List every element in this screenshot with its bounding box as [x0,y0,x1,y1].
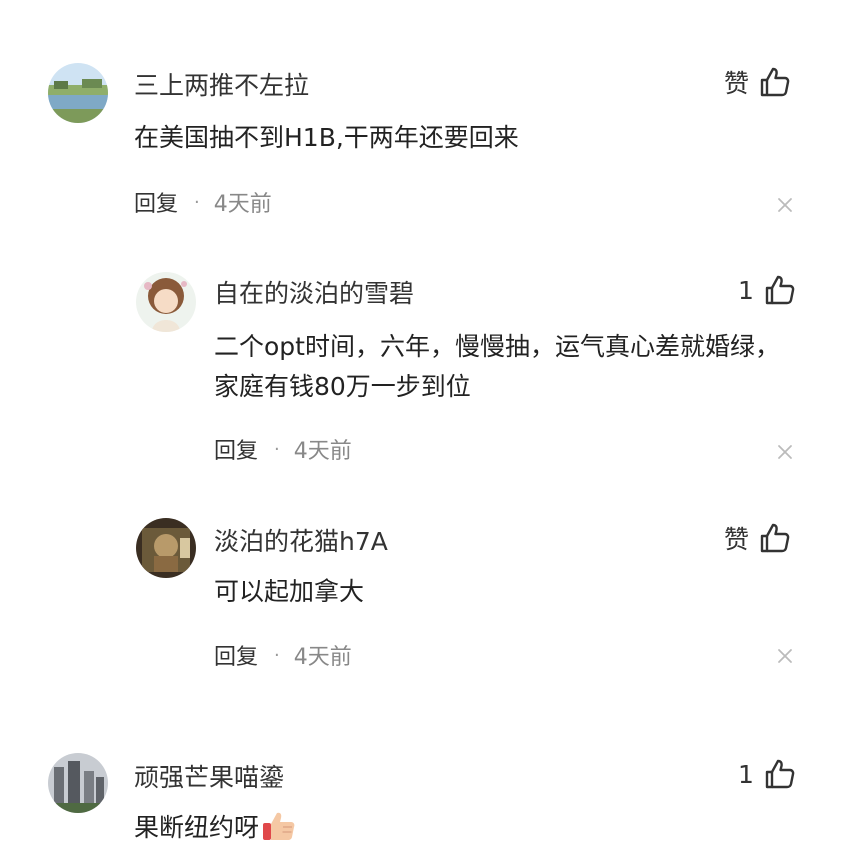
thumbs-up-icon [765,275,795,305]
thumbs-up-emoji [263,812,295,840]
reply-button[interactable]: 回复 [134,186,178,218]
reply-item: 淡泊的花猫h7A 赞 可以起加拿大 回复 · 4天前 [0,490,858,730]
thumbs-up-icon [760,523,790,553]
comment-time: 4天前 [293,645,352,670]
avatar[interactable] [136,518,196,578]
comment-meta: 回复 · 4天前 [134,186,272,218]
comment-username[interactable]: 三上两推不左拉 [134,66,309,102]
comment-username[interactable]: 淡泊的花猫h7A [214,522,388,558]
comment-time: 4天前 [213,192,272,217]
meta-separator: · [194,191,200,213]
comment-text: 果断纽约呀 [134,808,814,848]
thumbs-up-icon [760,67,790,97]
avatar[interactable] [136,272,196,332]
thumbs-up-icon [765,759,795,789]
like-button[interactable]: 1 [738,275,796,305]
like-button[interactable]: 赞 [724,67,791,98]
close-icon[interactable] [777,648,793,664]
comment-text: 二个opt时间，六年，慢慢抽，运气真心差就婚绿，家庭有钱80万一步到位 [214,332,780,401]
avatar[interactable] [48,63,108,123]
like-count: 赞 [724,69,750,98]
comment-item: 三上两推不左拉 赞 在美国抽不到H1B,干两年还要回来 回复 · 4天前 [0,0,858,240]
comment-text-value: 果断纽约呀 [134,813,260,842]
comment-item: 顽强芒果喵鎏 1 果断纽约呀 [0,730,858,860]
like-count: 赞 [724,525,750,554]
reply-button[interactable]: 回复 [214,433,258,465]
comment-meta: 回复 · 4天前 [214,639,352,671]
like-count: 1 [738,759,754,789]
like-button[interactable]: 赞 [724,523,791,554]
comment-username[interactable]: 自在的淡泊的雪碧 [214,274,414,310]
comment-meta: 回复 · 4天前 [214,433,352,465]
reply-button[interactable]: 回复 [214,639,258,671]
comment-username[interactable]: 顽强芒果喵鎏 [134,758,284,794]
meta-separator: · [274,644,280,666]
reply-item: 自在的淡泊的雪碧 1 二个opt时间，六年，慢慢抽，运气真心差就婚绿，家庭有钱8… [0,240,858,490]
like-button[interactable]: 1 [738,759,796,789]
avatar[interactable] [48,753,108,813]
close-icon[interactable] [777,444,793,460]
comment-text: 在美国抽不到H1B,干两年还要回来 [134,123,519,152]
close-icon[interactable] [777,197,793,213]
comment-time: 4天前 [293,439,352,464]
comment-text: 可以起加拿大 [214,577,365,606]
like-count: 1 [738,275,754,305]
meta-separator: · [274,438,280,460]
